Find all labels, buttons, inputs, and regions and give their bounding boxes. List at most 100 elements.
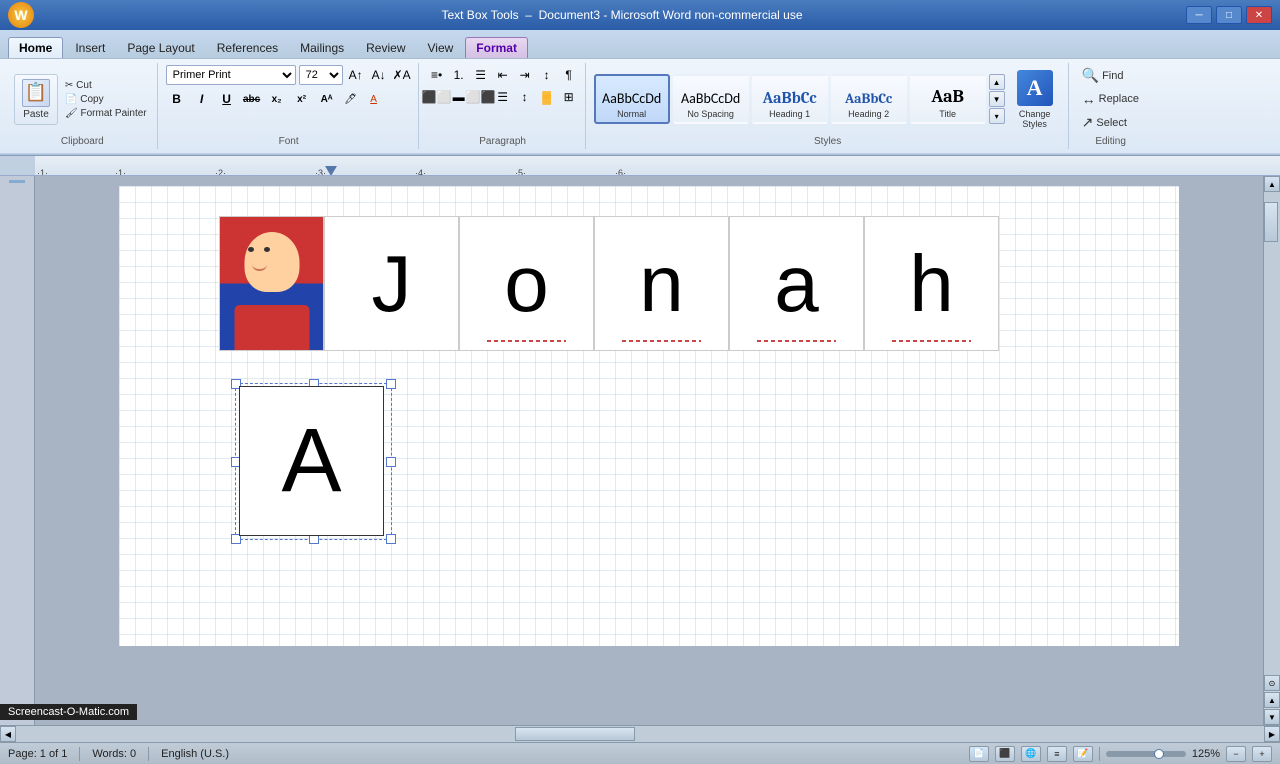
decrease-indent-button[interactable]: ⇤ [493,65,513,85]
numbering-button[interactable]: 1. [449,65,469,85]
h-scroll-track[interactable] [16,726,1264,742]
style-normal-button[interactable]: AaBbCcDd Normal [594,74,670,124]
style-heading2-button[interactable]: AaBbCc Heading 2 [831,74,907,124]
text-effects-button[interactable]: Aᴬ [316,89,338,109]
select-button[interactable]: ↗ Select [1077,112,1132,133]
change-styles-button[interactable]: A Change Styles [1008,68,1062,131]
tab-page-layout[interactable]: Page Layout [117,38,204,58]
italic-button[interactable]: I [191,89,213,109]
find-button[interactable]: 🔍 Find [1077,65,1129,86]
letter-row: J o n a h [219,216,999,351]
web-layout-button[interactable]: 🌐 [1021,746,1041,762]
tab-insert[interactable]: Insert [65,38,115,58]
highlight-color-button[interactable]: 🖊 [341,89,361,109]
ribbon-content: 📋 Paste ✂ Cut 📄 Copy 🖌 Format Painter Cl… [0,58,1280,153]
letter-card-j: J [324,216,459,351]
line-spacing-button[interactable]: ↕ [515,87,535,107]
replace-button[interactable]: ↔ Replace [1077,89,1144,109]
letter-card-a: a [729,216,864,351]
copy-button[interactable]: 📄 Copy [61,93,151,106]
bold-button[interactable]: B [166,89,188,109]
zoom-slider[interactable] [1106,751,1186,757]
styles-group: AaBbCcDd Normal AaBbCcDd No Spacing AaBb… [588,63,1069,149]
zoom-out-button[interactable]: − [1226,746,1246,762]
text-box-a-content: A [281,410,341,513]
zoom-slider-thumb[interactable] [1154,749,1164,759]
print-layout-button[interactable]: 📄 [969,746,989,762]
sort-button[interactable]: ↕ [537,65,557,85]
style-nospacing-label: No Spacing [687,109,734,119]
paste-button[interactable]: 📋 Paste [14,74,58,125]
tab-review[interactable]: Review [356,38,415,58]
tab-format[interactable]: Format [465,37,528,58]
language-info: English (U.S.) [161,748,229,760]
styles-scroll-down[interactable]: ▼ [989,91,1005,107]
clipboard-group: 📋 Paste ✂ Cut 📄 Copy 🖌 Format Painter Cl… [8,63,158,149]
right-scrollbar: ▲ ⊙ ▲ ▼ [1263,176,1280,725]
h-scroll-thumb[interactable] [515,727,635,741]
align-left-button[interactable]: ⬛⬜ [427,87,447,107]
outline-view-button[interactable]: ≡ [1047,746,1067,762]
font-size-select[interactable]: 72 [299,65,343,85]
tab-view[interactable]: View [418,38,464,58]
scroll-right-button[interactable]: ▶ [1264,726,1280,742]
strikethrough-button[interactable]: abc [241,89,263,109]
font-color-button[interactable]: A [364,89,384,109]
justify-button[interactable]: ☰ [493,87,513,107]
cut-button[interactable]: ✂ Cut [61,79,151,92]
draft-view-button[interactable]: 📝 [1073,746,1093,762]
handle-mr[interactable] [386,457,396,467]
handle-tr[interactable] [386,379,396,389]
underline-button[interactable]: U [216,89,238,109]
window-title: Text Box Tools – Document3 - Microsoft W… [58,8,1186,22]
status-bar-left: Page: 1 of 1 Words: 0 English (U.S.) [8,747,229,761]
text-box-a[interactable]: A [239,386,384,536]
window-controls[interactable]: ─ □ ✕ [1186,6,1272,24]
prev-page-button[interactable]: ▲ [1264,692,1280,708]
handle-br[interactable] [386,534,396,544]
word-count: Words: 0 [92,748,136,760]
full-screen-button[interactable]: ⬛ [995,746,1015,762]
next-page-button[interactable]: ▼ [1264,709,1280,725]
increase-indent-button[interactable]: ⇥ [515,65,535,85]
select-browse-button[interactable]: ⊙ [1264,675,1280,691]
font-name-select[interactable]: Primer Print [166,65,296,85]
close-button[interactable]: ✕ [1246,6,1272,24]
tab-mailings[interactable]: Mailings [290,38,354,58]
style-heading1-button[interactable]: AaBbCc Heading 1 [752,74,828,124]
grow-font-button[interactable]: A↑ [346,65,366,85]
document-scroll-area[interactable]: J o n a h [35,176,1263,725]
format-painter-button[interactable]: 🖌 Format Painter [61,107,151,120]
letter-a: a [774,238,819,330]
scroll-track[interactable] [1264,192,1280,675]
maximize-button[interactable]: □ [1216,6,1242,24]
show-hide-button[interactable]: ¶ [559,65,579,85]
scroll-up-button[interactable]: ▲ [1264,176,1280,192]
styles-more[interactable]: ▾ [989,108,1005,124]
minimize-button[interactable]: ─ [1186,6,1212,24]
scroll-thumb[interactable] [1264,202,1278,242]
watermark: Screencast-O-Matic.com [0,704,137,720]
styles-scroll-up[interactable]: ▲ [989,74,1005,90]
clear-format-button[interactable]: ✗A [392,65,412,85]
borders-button[interactable]: ⊞ [559,87,579,107]
font-label: Font [160,136,418,147]
shading-button[interactable]: ▓ [537,87,557,107]
style-heading2-label: Heading 2 [848,109,889,119]
superscript-button[interactable]: x² [291,89,313,109]
bottom-scrollbar: ◀ ▶ [0,725,1280,742]
scroll-left-button[interactable]: ◀ [0,726,16,742]
style-title-button[interactable]: AaB Title [910,74,986,124]
zoom-in-button[interactable]: + [1252,746,1272,762]
multilevel-list-button[interactable]: ☰ [471,65,491,85]
bullets-button[interactable]: ≡• [427,65,447,85]
align-right-button[interactable]: ⬜⬛ [471,87,491,107]
editing-label: Editing [1071,136,1151,147]
letter-n: n [639,238,684,330]
subscript-button[interactable]: x₂ [266,89,288,109]
shrink-font-button[interactable]: A↓ [369,65,389,85]
tab-references[interactable]: References [207,38,288,58]
tab-home[interactable]: Home [8,37,63,58]
style-heading1-label: Heading 1 [769,109,810,119]
style-nospacing-button[interactable]: AaBbCcDd No Spacing [673,74,749,124]
